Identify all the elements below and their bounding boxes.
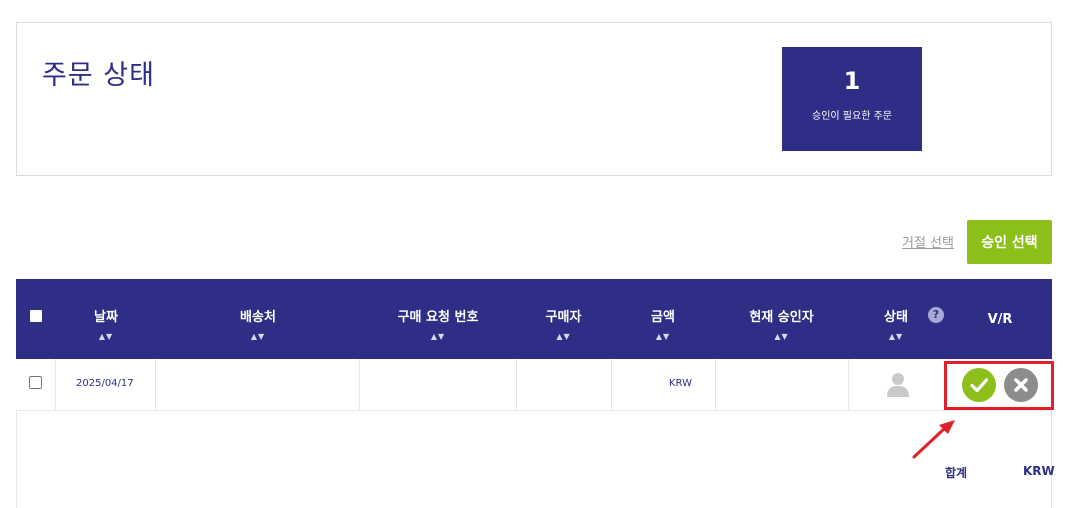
current-approver-cell: [716, 359, 849, 411]
order-date: 2025/04/17: [76, 378, 134, 389]
column-header-label: 구매자: [545, 310, 582, 325]
sort-icon[interactable]: ▲▼: [848, 332, 944, 341]
reject-icon[interactable]: [1004, 368, 1038, 402]
pending-approval-count: 1: [843, 67, 861, 95]
help-icon[interactable]: ?: [928, 307, 944, 323]
sort-icon[interactable]: ▲▼: [611, 332, 715, 341]
order-status-panel: 주문 상태 1 승인이 필요한 주문: [16, 22, 1052, 176]
pending-approval-card[interactable]: 1 승인이 필요한 주문: [782, 47, 922, 151]
date-cell: 2025/04/17: [56, 359, 156, 411]
ship-to-cell: [156, 359, 360, 411]
sort-icon[interactable]: ▲▼: [516, 332, 611, 341]
table-row: 2025/04/17 KRW: [16, 359, 1054, 411]
row-select-cell: [16, 359, 56, 411]
column-header-label: 배송처: [240, 310, 276, 325]
column-header-request-number[interactable]: 구매 요청 번호 ▲▼: [360, 279, 516, 359]
approve-icon[interactable]: [962, 368, 996, 402]
sort-icon[interactable]: ▲▼: [156, 332, 360, 341]
table-footer: 합계 KRW: [16, 411, 1055, 508]
approve-selected-button[interactable]: 승인 선택: [967, 220, 1052, 264]
sort-icon[interactable]: ▲▼: [715, 332, 848, 341]
column-header-label: 구매 요청 번호: [397, 310, 479, 325]
reject-selected-link[interactable]: 거절 선택: [902, 232, 954, 251]
select-all-checkbox[interactable]: [30, 310, 42, 322]
column-header-approve-reject: V/R: [948, 279, 1052, 359]
request-number-cell: [360, 359, 517, 411]
amount-currency: KRW: [669, 378, 692, 389]
total-label: 합계: [945, 466, 968, 480]
column-header-amount[interactable]: 금액 ▲▼: [611, 279, 715, 359]
buyer-cell: [517, 359, 612, 411]
column-header-label: 날짜: [94, 310, 118, 325]
orders-table-header: 날짜 ▲▼ 배송처 ▲▼ 구매 요청 번호 ▲▼ 구매자 ▲▼ 금액 ▲▼ 현재…: [16, 279, 1052, 359]
row-checkbox[interactable]: [29, 376, 42, 389]
total-currency: KRW: [1023, 464, 1055, 478]
pending-approval-label: 승인이 필요한 주문: [812, 111, 892, 122]
person-icon: [887, 373, 909, 397]
column-header-label: 금액: [651, 310, 675, 325]
column-header-date[interactable]: 날짜 ▲▼: [56, 279, 156, 359]
sort-icon[interactable]: ▲▼: [360, 332, 516, 341]
column-header-current-approver[interactable]: 현재 승인자 ▲▼: [715, 279, 848, 359]
sort-icon[interactable]: ▲▼: [56, 332, 156, 341]
column-header-label: V/R: [987, 312, 1013, 327]
column-header-label: 현재 승인자: [749, 310, 814, 325]
page-title: 주문 상태: [42, 60, 155, 91]
annotation-arrow-icon: [912, 420, 955, 459]
amount-cell: KRW: [612, 359, 716, 411]
column-header-buyer[interactable]: 구매자 ▲▼: [516, 279, 611, 359]
column-header-ship-to[interactable]: 배송처 ▲▼: [156, 279, 360, 359]
